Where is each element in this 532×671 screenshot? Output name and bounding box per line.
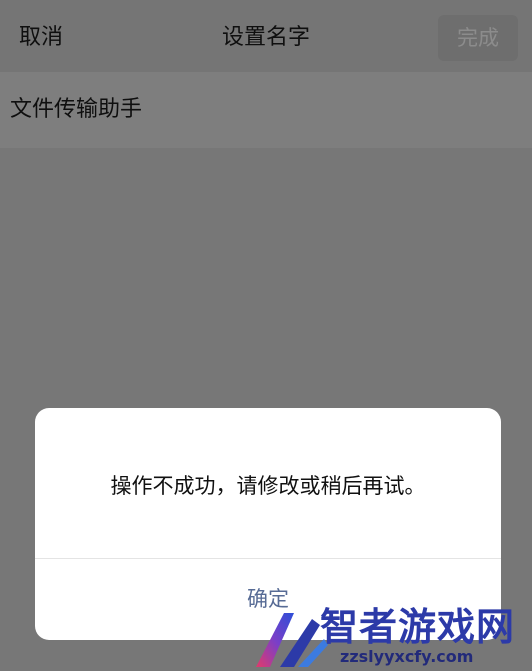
watermark-url: zzslyyxcfy.com bbox=[340, 647, 474, 666]
screen: 取消 设置名字 完成 文件传输助手 操作不成功，请修改或稍后再试。 确定 智者游… bbox=[0, 0, 532, 671]
done-button[interactable]: 完成 bbox=[438, 15, 518, 61]
cancel-button[interactable]: 取消 bbox=[19, 22, 63, 54]
alert-dialog: 操作不成功，请修改或稍后再试。 确定 bbox=[35, 408, 501, 640]
name-input[interactable]: 文件传输助手 bbox=[10, 72, 142, 148]
dialog-message: 操作不成功，请修改或稍后再试。 bbox=[110, 474, 426, 498]
confirm-button[interactable]: 确定 bbox=[35, 559, 501, 640]
navigation-bar: 取消 设置名字 完成 bbox=[0, 0, 532, 72]
name-field-row[interactable]: 文件传输助手 bbox=[0, 72, 532, 148]
